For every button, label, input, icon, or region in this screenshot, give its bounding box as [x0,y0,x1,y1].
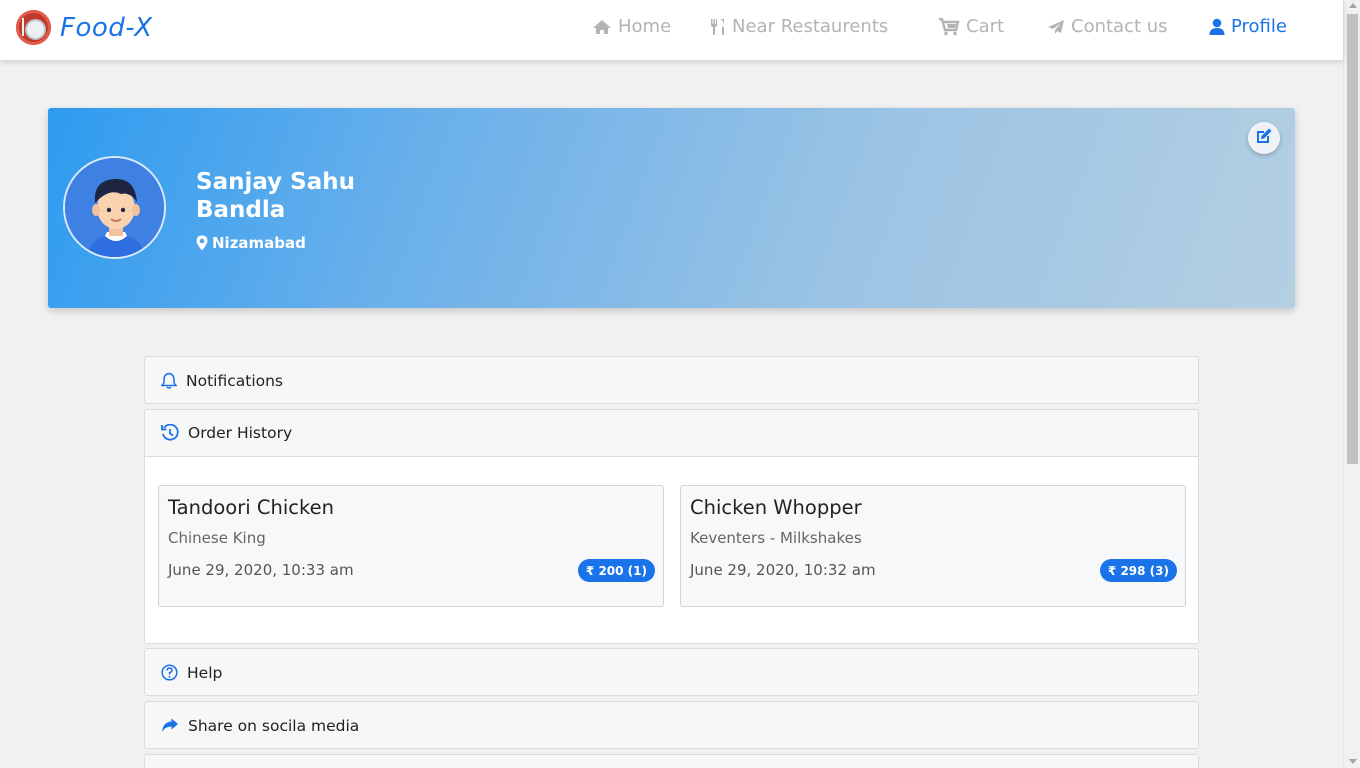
nav-near-label: Near Restaurents [732,16,889,37]
profile-banner: Sanjay Sahu Bandla Nizamabad [48,108,1295,308]
cutlery-icon [710,18,726,36]
nav-contact-label: Contact us [1071,16,1168,37]
notifications-label: Notifications [186,371,284,390]
bell-icon [161,372,177,389]
share-label: Share on socila media [188,716,360,735]
navbar: Food-X Home Near Restaurents Cart Contac… [0,0,1343,60]
edit-icon [1255,127,1273,149]
edit-profile-button[interactable] [1248,122,1280,154]
order-history-body: Tandoori Chicken Chinese King June 29, 2… [145,457,1198,643]
paper-plane-icon [1047,19,1065,35]
nav-cart-label: Cart [966,16,1005,37]
order-price-badge: ₹ 200 (1) [577,559,655,582]
order-card[interactable]: Tandoori Chicken Chinese King June 29, 2… [158,485,664,607]
scroll-down-arrow-icon[interactable] [1349,759,1357,764]
profile-location-label: Nizamabad [212,234,306,252]
profile-user-name: Sanjay Sahu Bandla [196,169,355,223]
order-item-name: Tandoori Chicken [168,496,334,519]
nav-home-label: Home [618,16,672,37]
boy-avatar-icon [65,158,164,257]
nav-profile-label: Profile [1231,16,1287,37]
order-restaurant: Keventers - Milkshakes [690,529,862,547]
order-date: June 29, 2020, 10:33 am [168,561,354,579]
order-card[interactable]: Chicken Whopper Keventers - Milkshakes J… [680,485,1186,607]
scroll-thumb[interactable] [1347,14,1358,464]
order-price-badge: ₹ 298 (3) [1099,559,1177,582]
nav-cart-link[interactable]: Cart [938,16,1004,37]
notifications-panel: Notifications [144,356,1199,404]
order-item-name: Chicken Whopper [690,496,862,519]
question-circle-icon [161,664,178,681]
nav-contact-link[interactable]: Contact us [1047,16,1168,37]
nav-home-link[interactable]: Home [592,16,671,37]
cart-icon [938,17,960,36]
page-scrollbar[interactable] [1343,0,1360,768]
share-panel: Share on socila media [144,701,1199,749]
order-date: June 29, 2020, 10:32 am [690,561,876,579]
order-history-header[interactable]: Order History [145,410,1198,457]
share-header[interactable]: Share on socila media [145,702,1198,749]
nav-links: Home Near Restaurents Cart Contact us Pr… [0,16,1343,40]
share-icon [161,718,179,734]
notifications-header[interactable]: Notifications [145,357,1198,404]
scroll-up-arrow-icon[interactable] [1349,3,1357,8]
help-panel: Help [144,648,1199,696]
nav-profile-link[interactable]: Profile [1209,16,1287,37]
user-icon [1209,18,1225,36]
order-history-label: Order History [188,424,293,442]
order-history-panel: Order History Tandoori Chicken Chinese K… [144,409,1199,644]
map-marker-icon [196,235,208,251]
history-icon [161,424,179,442]
help-label: Help [187,663,223,682]
help-header[interactable]: Help [145,649,1198,696]
profile-location: Nizamabad [196,234,306,252]
home-icon [592,19,612,35]
order-restaurant: Chinese King [168,529,266,547]
next-panel[interactable] [144,754,1199,768]
nav-near-restaurants-link[interactable]: Near Restaurents [710,16,888,37]
avatar [63,156,166,259]
